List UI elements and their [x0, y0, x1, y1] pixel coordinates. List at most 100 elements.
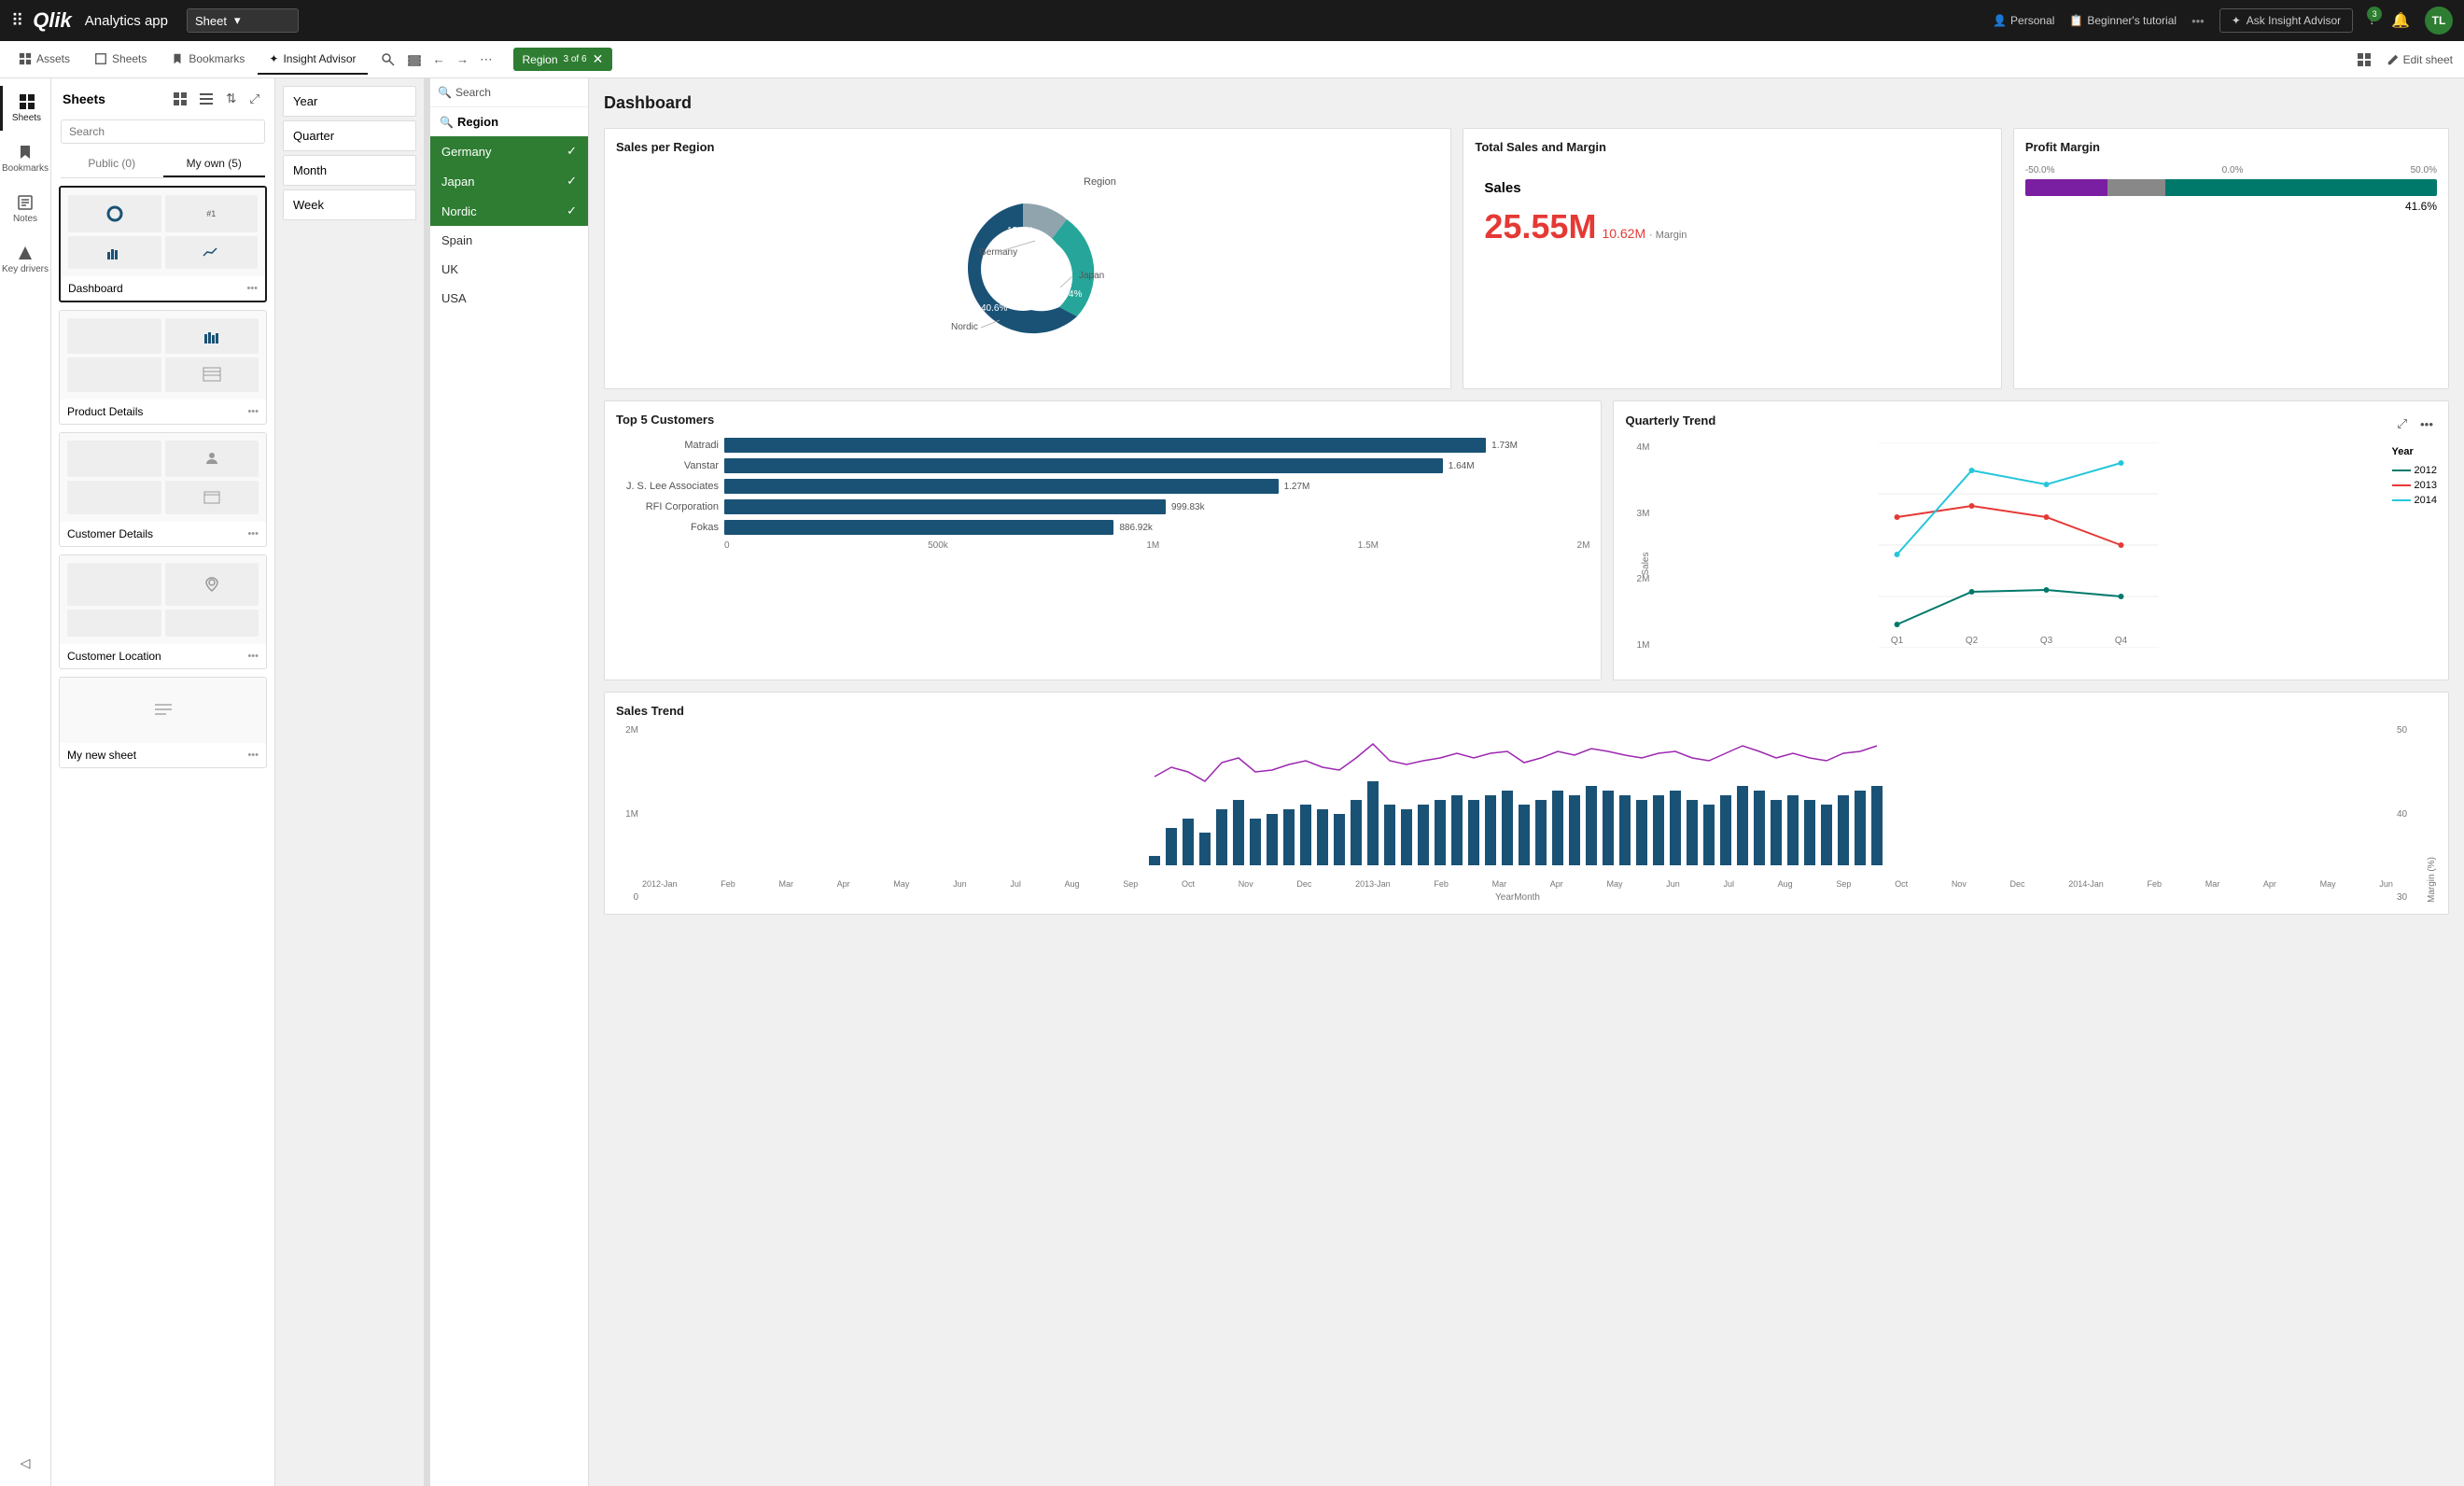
sheets-search[interactable] [51, 119, 274, 151]
sheet-more-dashboard[interactable]: ••• [246, 283, 258, 294]
sheet-more-location[interactable]: ••• [247, 651, 259, 662]
sales-trend-y-right-label: Margin (%) [2427, 725, 2437, 903]
personal-menu[interactable]: 👤 Personal [1993, 14, 2054, 27]
region-item-uk[interactable]: UK [430, 255, 588, 284]
nav-key-drivers[interactable]: Key drivers [0, 237, 50, 282]
region-filter-chip[interactable]: Region 3 of 6 ✕ [513, 48, 613, 71]
legend-2014: 2014 [2392, 495, 2437, 506]
sheet-card-customer-location[interactable]: Customer Location ••• [59, 554, 267, 669]
forward-icon[interactable]: → [453, 49, 472, 70]
list-view-button[interactable] [196, 88, 217, 110]
filter-week[interactable]: Week [283, 189, 416, 220]
bar-val-fokas: 886.92k [1119, 523, 1153, 533]
sheet-name-location: Customer Location [67, 650, 161, 663]
sales-label: Sales [1484, 180, 1980, 196]
tab-assets[interactable]: Assets [7, 45, 81, 75]
sheet-card-customer-details[interactable]: Customer Details ••• [59, 432, 267, 547]
quarterly-y-label: Sales [1641, 552, 1651, 575]
donut-chart: Region [616, 161, 1439, 367]
pm-bar-middle [2107, 179, 2165, 196]
grid-layout-icon[interactable] [2353, 49, 2375, 71]
quarterly-trend-header: Quarterly Trend ⤢ ••• [1625, 413, 2437, 435]
svg-text:Q2: Q2 [1966, 636, 1979, 646]
sheet-selector[interactable]: Sheet ▾ [187, 8, 299, 33]
sheet-card-footer-location: Customer Location ••• [60, 644, 266, 668]
tab-insight-advisor[interactable]: ✦ Insight Advisor [258, 45, 367, 75]
bell-icon[interactable]: 🔔 [2391, 11, 2410, 30]
sheets-panel-header: Sheets ⇅ ⤢ [51, 78, 274, 119]
sales-trend-y-right: 504030 [2393, 725, 2427, 903]
quarterly-chart-body: 4M3M2M1M [1625, 442, 2437, 651]
close-filter-icon[interactable]: ✕ [593, 51, 604, 67]
more-icon[interactable]: ⋯ [476, 49, 496, 71]
sheet-card-dashboard[interactable]: #1 Dashboard ••• [59, 186, 267, 302]
help-button[interactable]: ? 3 [2368, 12, 2376, 29]
tab-my-own[interactable]: My own (5) [163, 151, 266, 177]
tutorial-link[interactable]: 📋 Beginner's tutorial [2069, 14, 2177, 27]
svg-text:13.0%: 13.0% [1007, 226, 1033, 236]
edit-sheet-button[interactable]: Edit sheet [2383, 49, 2457, 70]
key-drivers-nav-icon [17, 245, 34, 261]
nav-collapse[interactable]: ◁ [0, 1448, 50, 1479]
chart-quarterly-trend: Quarterly Trend ⤢ ••• 4M3M2M1M [1613, 400, 2449, 680]
tab-bookmarks[interactable]: Bookmarks [160, 45, 256, 75]
back-icon[interactable]: ← [429, 49, 449, 70]
expand-quarterly-icon[interactable]: ⤢ [2393, 413, 2411, 435]
filter-year[interactable]: Year [283, 86, 416, 117]
nav-bookmarks[interactable]: Bookmarks [0, 136, 50, 181]
filter-panel: Year Quarter Month Week [275, 78, 425, 1486]
tabbar: Assets Sheets Bookmarks ✦ Insight Adviso… [0, 41, 2464, 78]
sheet-more-customer[interactable]: ••• [247, 528, 259, 540]
more-quarterly-icon[interactable]: ••• [2416, 413, 2437, 435]
ask-insight-advisor-button[interactable]: ✦ Ask Insight Advisor [2219, 8, 2353, 33]
sheet-more-new[interactable]: ••• [247, 750, 259, 761]
bar-row-jslee: J. S. Lee Associates 1.27M [616, 479, 1589, 494]
sheets-search-input[interactable] [61, 119, 265, 144]
more-options-icon[interactable]: ••• [2191, 14, 2205, 28]
region-item-usa[interactable]: USA [430, 284, 588, 313]
nav-notes[interactable]: Notes [0, 187, 50, 231]
sheet-card-product-details[interactable]: Product Details ••• [59, 310, 267, 425]
sales-trend-body: 2M1M0 [616, 725, 2437, 903]
filter-quarter[interactable]: Quarter [283, 120, 416, 151]
grid-view-button[interactable] [170, 88, 190, 110]
chart-sales-trend: Sales Trend 2M1M0 [604, 692, 2449, 915]
svg-text:Germany: Germany [979, 247, 1017, 258]
selection-toolbar-icon[interactable] [403, 49, 426, 71]
sheet-card-thumb-new [60, 678, 266, 743]
sort-button[interactable]: ⇅ [222, 88, 240, 110]
expand-panel-button[interactable]: ⤢ [245, 88, 263, 110]
sheet-card-new[interactable]: My new sheet ••• [59, 677, 267, 768]
region-item-japan[interactable]: Japan ✓ [430, 166, 588, 196]
tab-sheets[interactable]: Sheets [83, 45, 158, 75]
tab-public[interactable]: Public (0) [61, 151, 163, 177]
nav-sheets[interactable]: Sheets [0, 86, 50, 131]
smart-search-icon[interactable] [377, 49, 399, 71]
sheet-more-product[interactable]: ••• [247, 406, 259, 417]
chart-title-top5: Top 5 Customers [616, 413, 1589, 427]
region-item-nordic[interactable]: Nordic ✓ [430, 196, 588, 226]
margin-value: 10.62M · Margin [1602, 226, 1687, 241]
insight-icon: ✦ [269, 52, 278, 65]
pm-value: 41.6% [2025, 200, 2437, 213]
year-legend-label: Year [2392, 446, 2437, 457]
svg-text:Region: Region [1084, 176, 1116, 188]
user-icon: 👤 [1993, 14, 2007, 27]
legend-2012: 2012 [2392, 465, 2437, 476]
pm-axis-labels: -50.0% 0.0% 50.0% [2025, 165, 2437, 175]
app-grid-icon[interactable]: ⠿ [11, 11, 23, 31]
filter-month[interactable]: Month [283, 155, 416, 186]
chart-sales-per-region: Sales per Region Region [604, 128, 1451, 389]
region-item-germany[interactable]: Germany ✓ [430, 136, 588, 166]
region-item-spain[interactable]: Spain [430, 226, 588, 255]
bar-row-rfi: RFI Corporation 999.83k [616, 499, 1589, 514]
sheet-card-thumb-dashboard: #1 [61, 188, 265, 276]
charts-row-trend: Sales Trend 2M1M0 [604, 692, 2449, 915]
donut-svg: Region [925, 166, 1130, 362]
user-avatar[interactable]: TL [2425, 7, 2453, 35]
sheets-nav-icon [19, 93, 35, 110]
charts-row-top: Sales per Region Region [604, 128, 2449, 389]
pm-bar-track [2025, 179, 2437, 196]
sheets-tabs: Public (0) My own (5) [61, 151, 265, 178]
sheets-nav-label: Sheets [12, 113, 41, 123]
